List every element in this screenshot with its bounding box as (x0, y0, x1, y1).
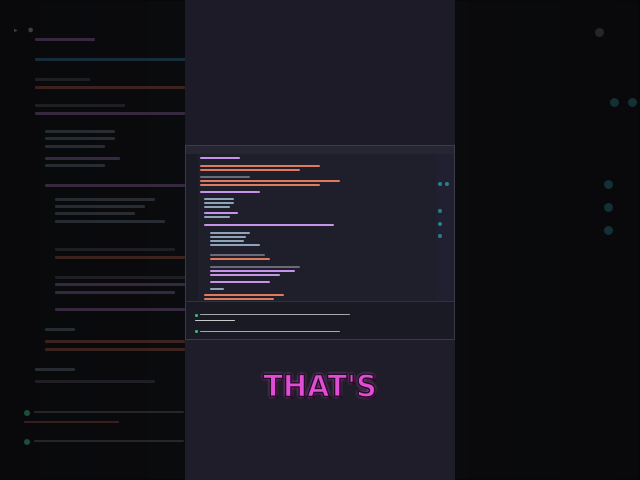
ide-screenshot (185, 145, 455, 340)
wallet-icon (438, 222, 442, 226)
check-circle-icon (195, 314, 198, 317)
wallet-icon (438, 209, 442, 213)
check-circle-icon (195, 330, 198, 333)
ide-gutter (186, 154, 198, 304)
wallet-icon (438, 182, 442, 186)
wallet-icon (445, 182, 449, 186)
ide-tab-bar (186, 146, 454, 154)
video-frame-top (185, 0, 455, 145)
ide-terminal (186, 301, 454, 339)
wallet-icon (438, 234, 442, 238)
ide-wallet-sidebar (436, 154, 454, 304)
video-caption: THAT'S (262, 367, 377, 404)
